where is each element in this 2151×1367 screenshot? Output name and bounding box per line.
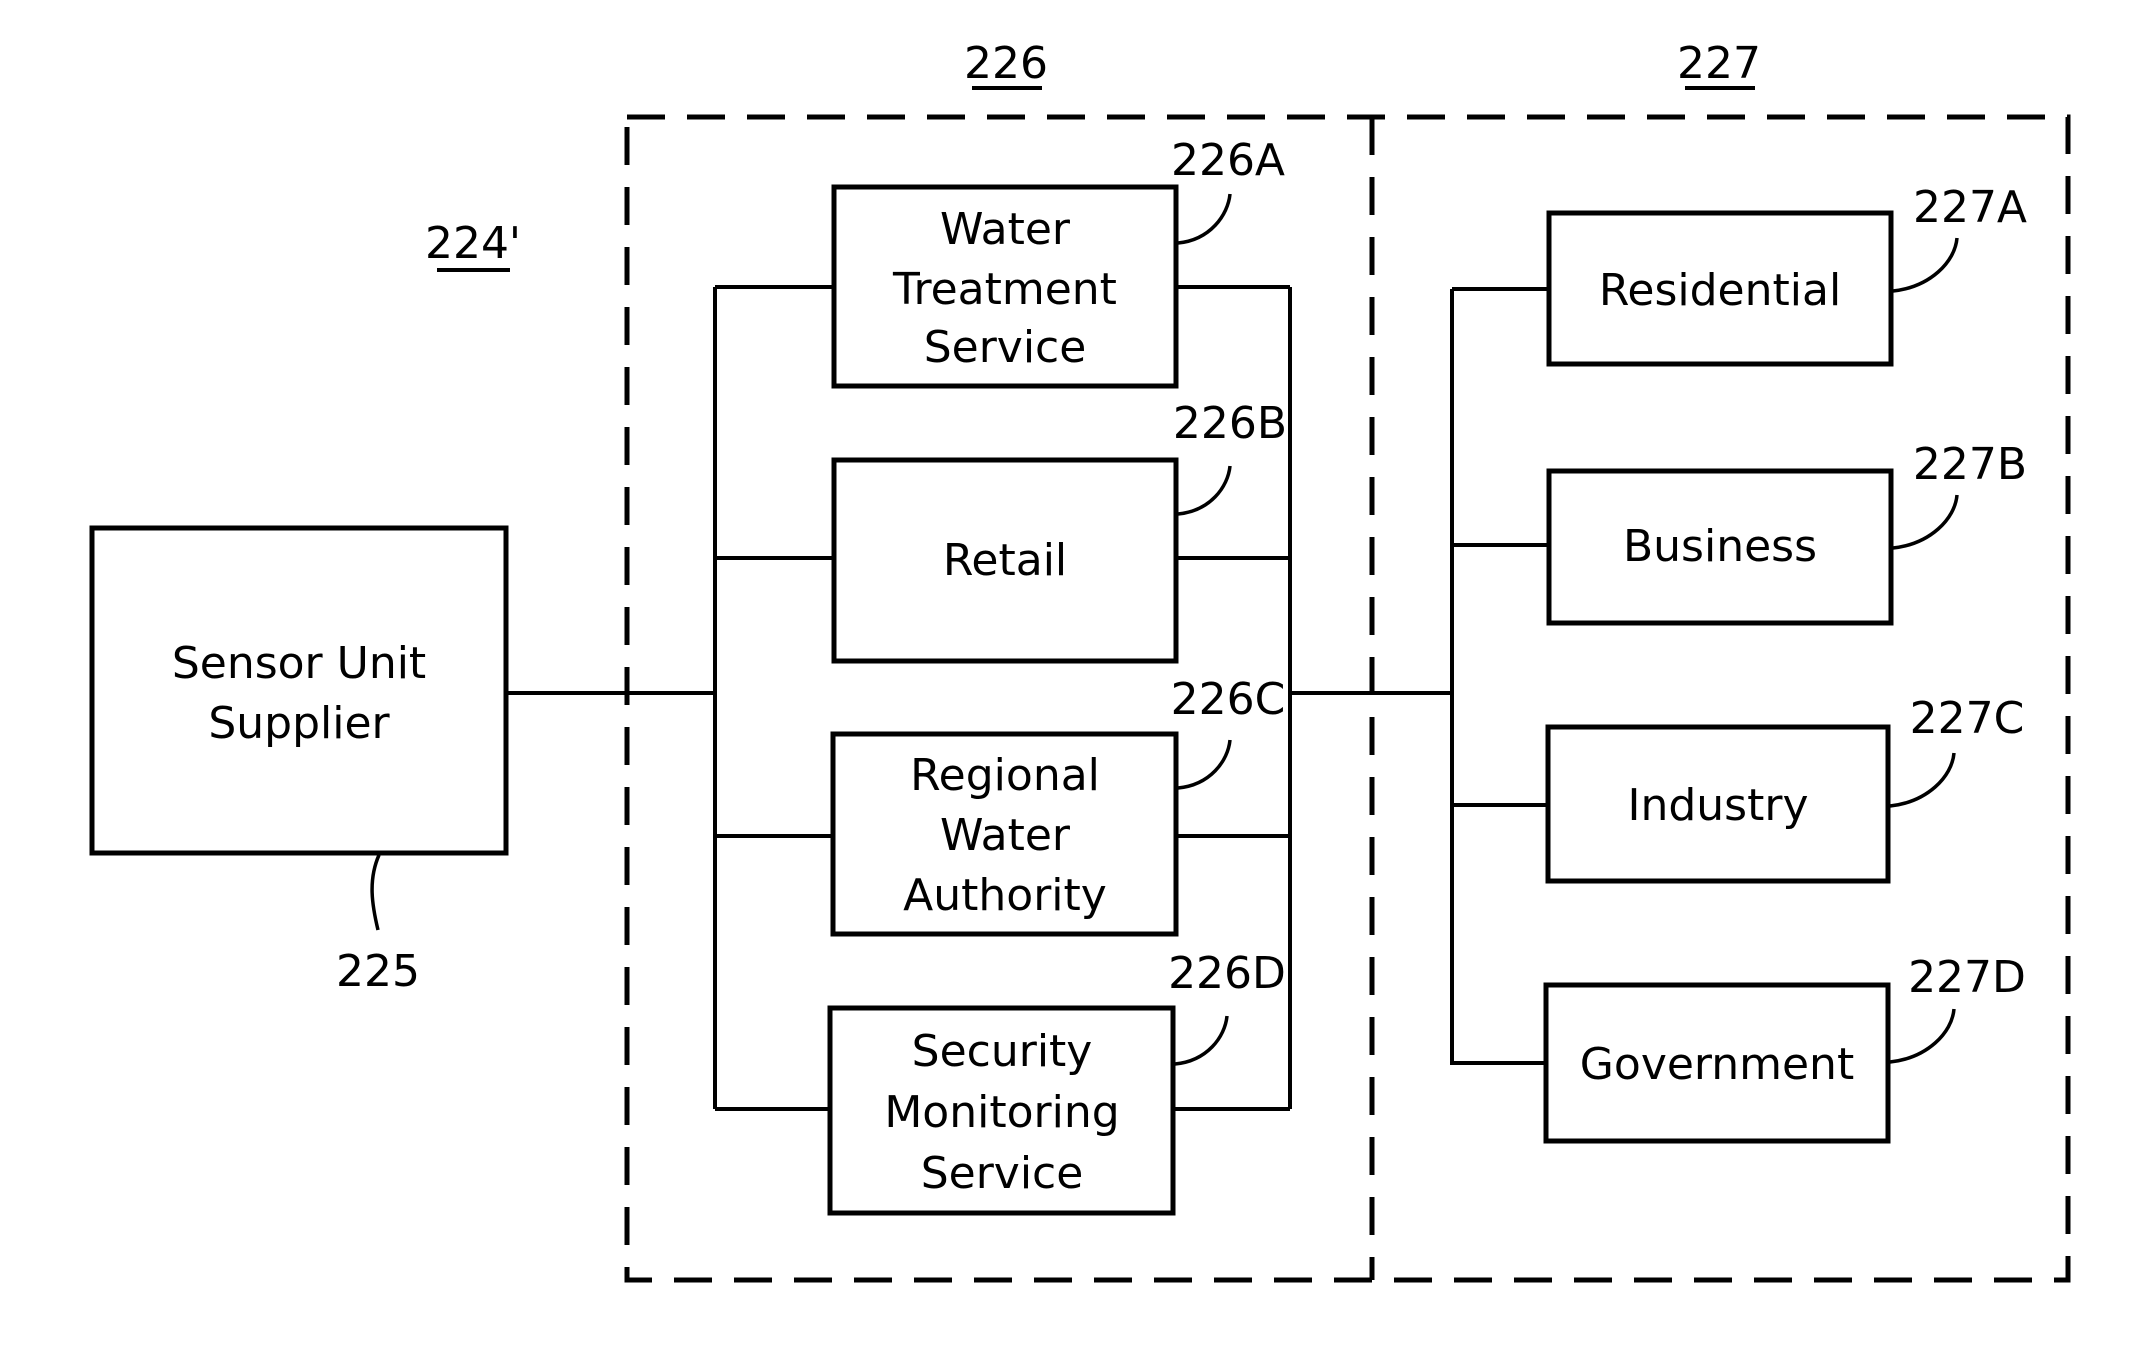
- provider-block-226b[interactable]: Retail: [831, 457, 1179, 664]
- customer-227b-label: Business: [1623, 521, 1817, 572]
- customer-227a-leader: [1892, 237, 1959, 293]
- customer-227a-ref: 227A: [1913, 182, 2027, 233]
- customer-block-227a[interactable]: Residential: [1546, 210, 1894, 367]
- provider-226d-line-1: Security: [912, 1026, 1093, 1077]
- supplier-label-line-1: Sensor Unit: [172, 638, 426, 689]
- provider-226d-line-3: Service: [921, 1148, 1084, 1199]
- supplier-block[interactable]: Sensor Unit Supplier: [89, 525, 509, 856]
- customer-227d-label: Government: [1580, 1039, 1854, 1090]
- provider-226c-line-3: Authority: [903, 870, 1107, 921]
- provider-226b-ref: 226B: [1173, 398, 1287, 449]
- provider-226c-line-1: Regional: [910, 750, 1100, 801]
- block-diagram: 226 227 224' Sensor Unit Supplier 225 Wa…: [89, 38, 2071, 1283]
- group-label-224: 224': [425, 218, 521, 272]
- provider-block-226c[interactable]: Regional Water Authority: [830, 731, 1179, 937]
- provider-block-226d[interactable]: Security Monitoring Service: [827, 1005, 1176, 1216]
- customer-227c-leader: [1889, 752, 1956, 808]
- supplier-box[interactable]: [89, 525, 509, 856]
- group-226-text: 226: [964, 38, 1048, 89]
- provider-226d-leader: [1174, 1015, 1229, 1066]
- provider-226a-line-2: Treatment: [892, 264, 1117, 315]
- group-label-226: 226: [964, 38, 1048, 90]
- provider-226b-line-1: Retail: [943, 535, 1067, 586]
- customer-227d-ref: 227D: [1908, 952, 2026, 1003]
- group-227-text: 227: [1677, 38, 1761, 89]
- provider-226a-line-3: Service: [924, 322, 1087, 373]
- customer-227b-ref: 227B: [1913, 439, 2027, 490]
- customer-block-227d[interactable]: Government: [1543, 982, 1891, 1144]
- provider-226d-line-2: Monitoring: [884, 1087, 1119, 1138]
- provider-226a-leader: [1177, 193, 1232, 245]
- provider-226b-leader: [1177, 465, 1232, 516]
- customer-227c-ref: 227C: [1910, 693, 2025, 744]
- supplier-label-line-2: Supplier: [208, 698, 390, 749]
- provider-226c-line-2: Water: [940, 810, 1071, 861]
- customer-227b-leader: [1892, 494, 1959, 550]
- provider-block-226a[interactable]: Water Treatment Service: [831, 184, 1179, 389]
- provider-226a-line-1: Water: [940, 204, 1071, 255]
- supplier-ref: 225: [336, 946, 420, 997]
- provider-226d-ref: 226D: [1168, 948, 1286, 999]
- customer-227d-leader: [1889, 1008, 1956, 1064]
- customer-227a-label: Residential: [1599, 265, 1841, 316]
- provider-226c-ref: 226C: [1171, 674, 1286, 725]
- group-224-text: 224': [425, 218, 521, 269]
- supplier-ref-leader: [370, 854, 381, 931]
- provider-226a-ref: 226A: [1171, 135, 1285, 186]
- customer-block-227c[interactable]: Industry: [1545, 724, 1891, 884]
- group-label-227: 227: [1677, 38, 1761, 90]
- customer-block-227b[interactable]: Business: [1546, 468, 1894, 626]
- customer-227c-label: Industry: [1628, 780, 1809, 831]
- provider-226c-leader: [1177, 739, 1232, 790]
